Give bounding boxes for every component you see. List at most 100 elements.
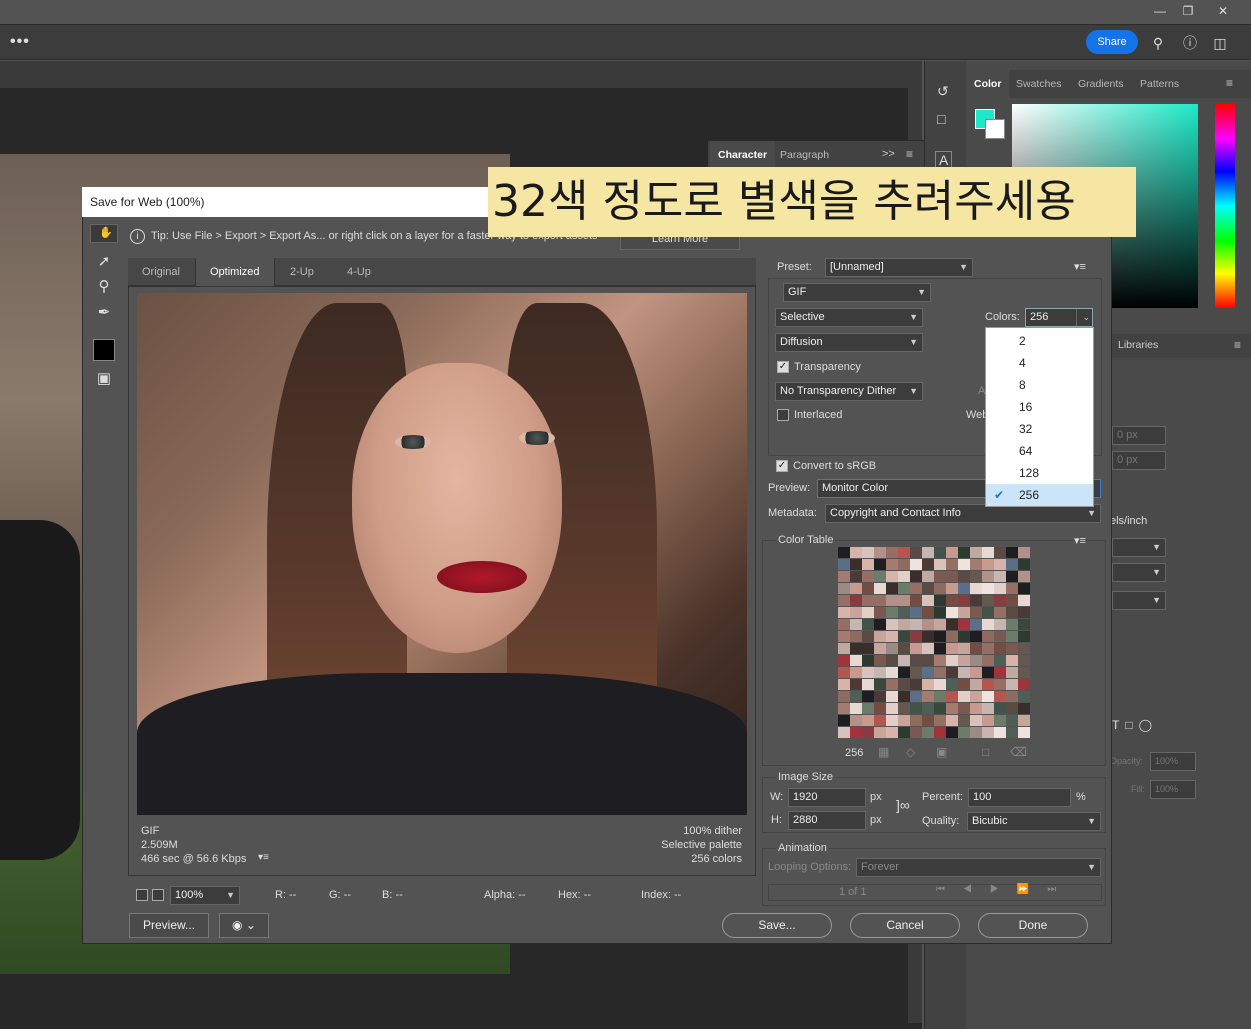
collapse-icon[interactable]: >> xyxy=(882,148,895,160)
share-button[interactable]: Share xyxy=(1086,30,1138,54)
color-table-swatch[interactable] xyxy=(838,619,850,630)
color-table-swatch[interactable] xyxy=(910,619,922,630)
color-table-swatch[interactable] xyxy=(910,583,922,594)
color-table-swatch[interactable] xyxy=(982,547,994,558)
color-table-swatch[interactable] xyxy=(1018,703,1030,714)
color-table-swatch[interactable] xyxy=(946,547,958,558)
color-table-swatch[interactable] xyxy=(1006,727,1018,738)
color-table-swatch[interactable] xyxy=(850,727,862,738)
constrain-proportions-icon[interactable]: ]∞ xyxy=(896,797,910,813)
layer-filter-icons[interactable]: T□◯ xyxy=(1112,718,1158,732)
convert-srgb-checkbox[interactable]: ✓ xyxy=(776,460,788,472)
color-table-swatch[interactable] xyxy=(838,547,850,558)
color-table-swatch[interactable] xyxy=(874,703,886,714)
close-icon[interactable]: ✕ xyxy=(1208,2,1238,20)
color-table-swatch[interactable] xyxy=(886,667,898,678)
color-table-swatch[interactable] xyxy=(982,619,994,630)
color-table-swatch[interactable] xyxy=(910,595,922,606)
color-table-swatch[interactable] xyxy=(982,667,994,678)
color-table-swatch[interactable] xyxy=(970,595,982,606)
color-table-swatch[interactable] xyxy=(946,727,958,738)
color-table-swatch[interactable] xyxy=(1018,583,1030,594)
color-table-swatch[interactable] xyxy=(982,571,994,582)
zoom-select[interactable]: 100% ▼ xyxy=(170,886,240,905)
color-table-swatch[interactable] xyxy=(862,547,874,558)
tab-swatches[interactable]: Swatches xyxy=(1008,70,1070,98)
color-table-swatch[interactable] xyxy=(1006,631,1018,642)
color-table-swatch[interactable] xyxy=(850,655,862,666)
color-table-swatch[interactable] xyxy=(898,619,910,630)
color-table-swatch[interactable] xyxy=(946,715,958,726)
web-shift-icon[interactable]: ◇ xyxy=(906,745,915,759)
percent-field[interactable]: 100 xyxy=(968,788,1071,807)
fill-field[interactable]: 100% xyxy=(1150,780,1196,799)
color-table-swatch[interactable] xyxy=(994,631,1006,642)
color-table-swatch[interactable] xyxy=(994,703,1006,714)
color-table-swatch[interactable] xyxy=(1018,631,1030,642)
color-table-swatch[interactable] xyxy=(994,727,1006,738)
color-table-swatch[interactable] xyxy=(874,691,886,702)
colors-option[interactable]: 2 xyxy=(986,330,1093,352)
color-table-swatch[interactable] xyxy=(910,679,922,690)
color-table-swatch[interactable] xyxy=(862,703,874,714)
color-table-swatch[interactable] xyxy=(934,631,946,642)
color-table-swatch[interactable] xyxy=(994,583,1006,594)
color-table-swatch[interactable] xyxy=(970,607,982,618)
color-table-swatch[interactable] xyxy=(922,691,934,702)
cancel-button[interactable]: Cancel xyxy=(850,913,960,938)
color-table-swatch[interactable] xyxy=(838,703,850,714)
color-table-swatch[interactable] xyxy=(862,559,874,570)
color-table-swatch[interactable] xyxy=(910,571,922,582)
color-table-swatch[interactable] xyxy=(838,727,850,738)
color-table-swatch[interactable] xyxy=(850,679,862,690)
color-table-swatch[interactable] xyxy=(934,643,946,654)
quality-select[interactable]: Bicubic ▼ xyxy=(967,812,1101,831)
color-table-swatch[interactable] xyxy=(898,679,910,690)
color-table-swatch[interactable] xyxy=(958,631,970,642)
color-table-swatch[interactable] xyxy=(910,715,922,726)
color-table-swatch[interactable] xyxy=(982,583,994,594)
color-table-swatch[interactable] xyxy=(958,679,970,690)
color-table-swatch[interactable] xyxy=(946,631,958,642)
color-table-swatch[interactable] xyxy=(850,607,862,618)
colors-dropdown-list[interactable]: 2 4 8 16 32 64 128 256 ✔ xyxy=(985,327,1094,507)
color-table-swatch[interactable] xyxy=(946,619,958,630)
color-table-swatch[interactable] xyxy=(838,691,850,702)
color-table-swatch[interactable] xyxy=(958,643,970,654)
color-table-swatch[interactable] xyxy=(982,607,994,618)
color-table-swatch[interactable] xyxy=(922,619,934,630)
color-table-swatch[interactable] xyxy=(898,715,910,726)
color-table-swatch[interactable] xyxy=(958,703,970,714)
zoom-in-icon[interactable] xyxy=(152,889,164,901)
color-table-swatch[interactable] xyxy=(994,619,1006,630)
color-table-swatch[interactable] xyxy=(862,583,874,594)
eyedropper-tool-icon[interactable]: ✒ xyxy=(90,301,118,325)
color-table-swatch[interactable] xyxy=(970,583,982,594)
color-table-swatch[interactable] xyxy=(874,583,886,594)
color-table-swatch[interactable] xyxy=(886,715,898,726)
color-table-swatch[interactable] xyxy=(898,655,910,666)
color-table-swatch[interactable] xyxy=(874,667,886,678)
color-table-swatch[interactable] xyxy=(910,547,922,558)
transparency-checkbox[interactable]: ✓ xyxy=(777,361,789,373)
color-table-swatch[interactable] xyxy=(898,571,910,582)
color-table-swatch[interactable] xyxy=(982,691,994,702)
color-table-swatch[interactable] xyxy=(982,655,994,666)
color-table-swatch[interactable] xyxy=(922,559,934,570)
color-table-swatch[interactable] xyxy=(970,631,982,642)
color-table-swatch[interactable] xyxy=(934,595,946,606)
color-table-swatch[interactable] xyxy=(1006,595,1018,606)
color-table-swatch[interactable] xyxy=(922,727,934,738)
color-table-swatch[interactable] xyxy=(982,715,994,726)
color-table-swatch[interactable] xyxy=(874,571,886,582)
color-table-swatch[interactable] xyxy=(958,667,970,678)
color-table-swatch[interactable] xyxy=(886,691,898,702)
color-table-swatch[interactable] xyxy=(886,571,898,582)
color-table-swatch[interactable] xyxy=(838,583,850,594)
color-table-swatch[interactable] xyxy=(1018,619,1030,630)
color-table-swatch[interactable] xyxy=(886,583,898,594)
color-table-swatch[interactable] xyxy=(862,655,874,666)
props-select-1[interactable]: ▼ xyxy=(1112,538,1166,557)
color-table-swatch[interactable] xyxy=(862,727,874,738)
color-table-swatch[interactable] xyxy=(922,631,934,642)
